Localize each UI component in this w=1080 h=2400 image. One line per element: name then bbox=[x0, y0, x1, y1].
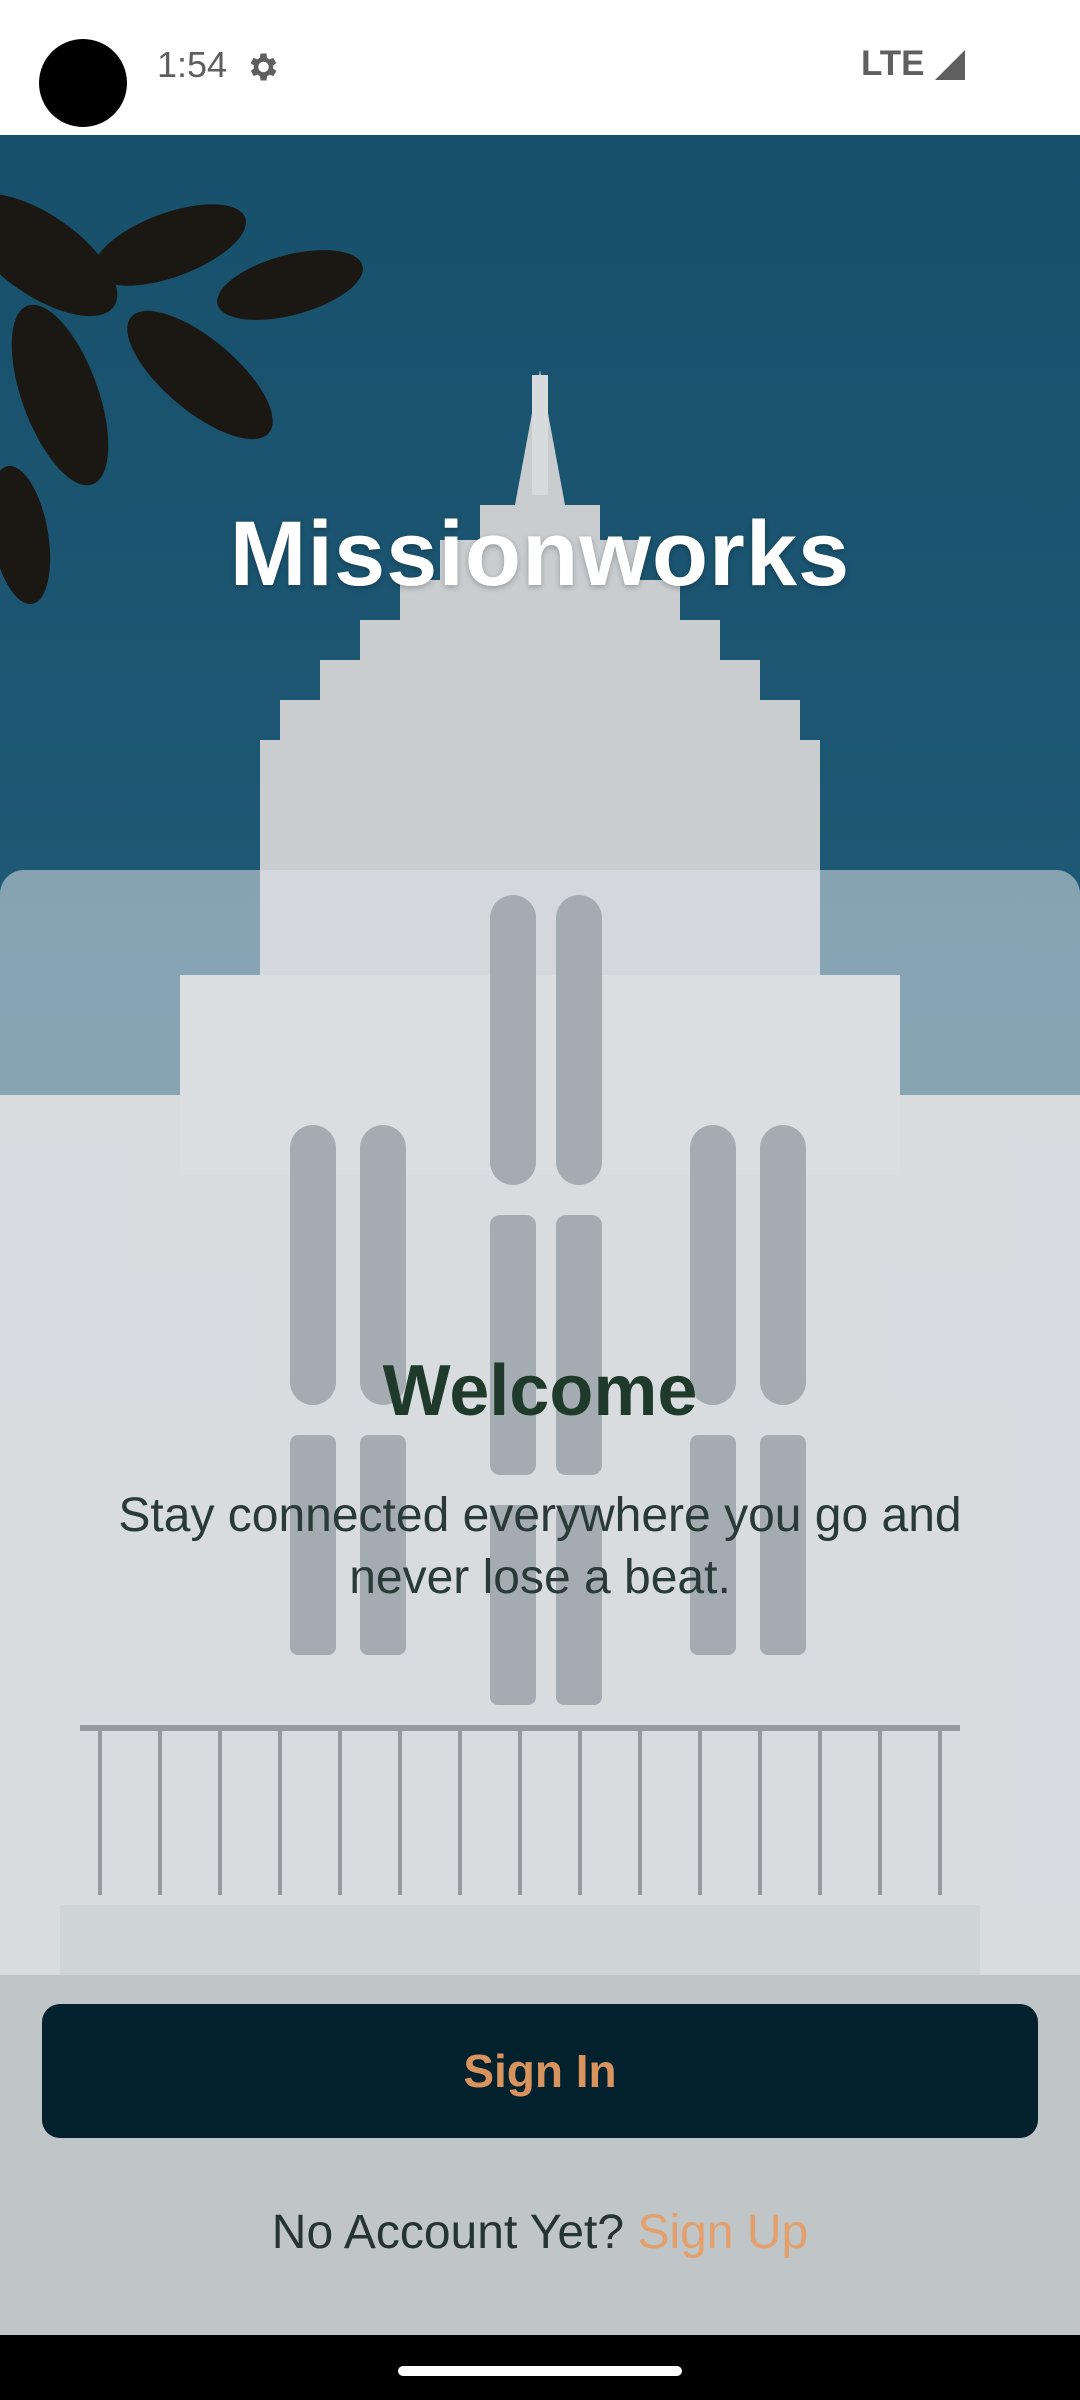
welcome-heading: Welcome bbox=[382, 1351, 698, 1431]
sign-up-link[interactable]: Sign Up bbox=[637, 2206, 808, 2259]
network-type: LTE bbox=[861, 44, 925, 83]
no-account-row: No Account Yet? Sign Up bbox=[0, 2205, 1080, 2260]
welcome-tagline: Stay connected everywhere you go and nev… bbox=[118, 1489, 962, 1604]
settings-gear-icon bbox=[250, 53, 277, 81]
app-title: Missionworks bbox=[229, 502, 851, 605]
sign-in-button[interactable]: Sign In bbox=[42, 2004, 1038, 2138]
no-account-text: No Account Yet? bbox=[271, 2206, 625, 2259]
home-indicator[interactable] bbox=[398, 2366, 682, 2376]
status-bar: 1:54 LTE bbox=[0, 0, 1080, 135]
camera-cutout bbox=[39, 39, 127, 127]
cell-signal-icon bbox=[935, 50, 965, 80]
status-time: 1:54 bbox=[157, 44, 228, 85]
